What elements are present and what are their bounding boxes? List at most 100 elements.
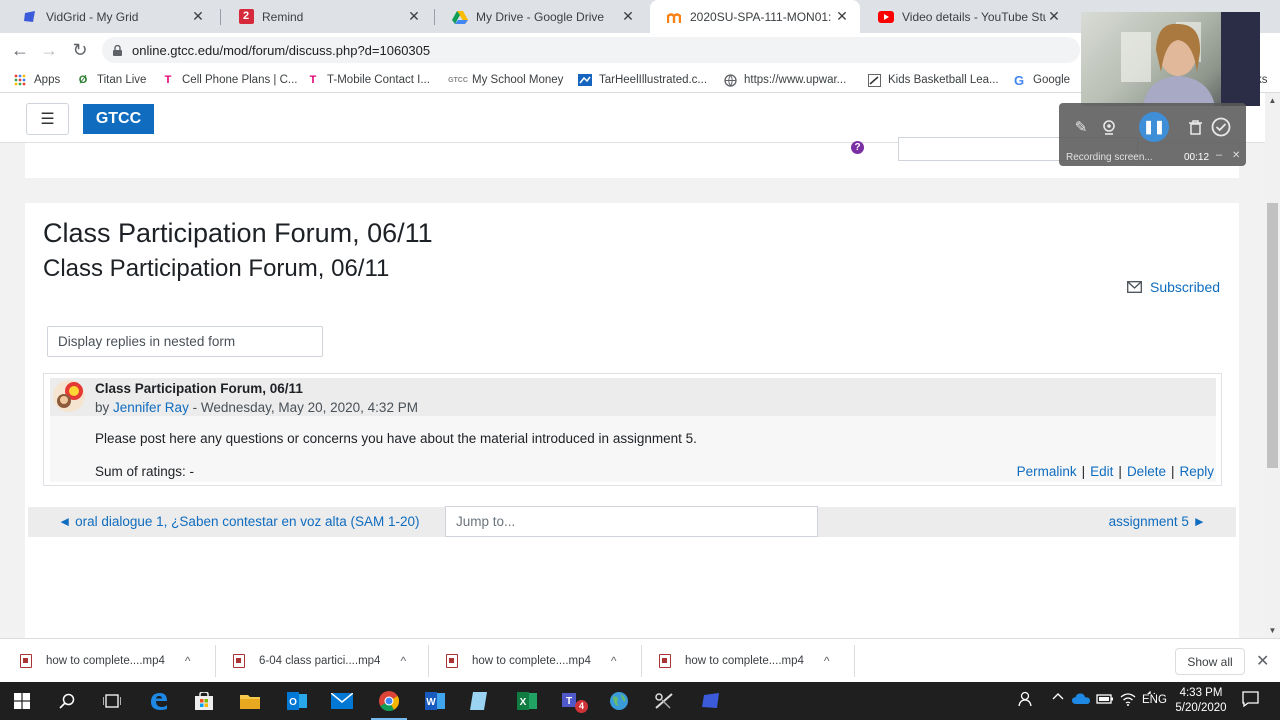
svg-text:X: X xyxy=(520,697,527,708)
previous-activity-link[interactable]: ◄ oral dialogue 1, ¿Saben contestar en v… xyxy=(58,514,446,529)
scroll-up-arrow-icon[interactable]: ▲ xyxy=(1265,93,1280,108)
minimize-icon[interactable]: – xyxy=(1216,149,1222,161)
download-item[interactable]: how to complete....mp4 ^ xyxy=(446,647,617,675)
teams-icon[interactable]: T 4 xyxy=(551,685,595,717)
reply-link[interactable]: Reply xyxy=(1179,464,1214,479)
file-explorer-icon[interactable] xyxy=(228,685,272,717)
wifi-icon[interactable] xyxy=(1120,692,1136,709)
jump-to-select[interactable]: Jump to... xyxy=(445,506,818,537)
bookmark-titan-live[interactable]: Ø Titan Live xyxy=(75,70,147,90)
close-tab-icon[interactable]: ✕ xyxy=(834,8,850,25)
word-icon[interactable]: W xyxy=(413,685,457,717)
close-tab-icon[interactable]: ✕ xyxy=(1046,8,1062,25)
delete-link[interactable]: Delete xyxy=(1127,464,1166,479)
download-item[interactable]: 6-04 class partici....mp4 ^ xyxy=(233,647,406,675)
close-downloads-icon[interactable]: ✕ xyxy=(1256,651,1269,671)
google-icon: G xyxy=(1013,72,1025,88)
onedrive-icon[interactable] xyxy=(1072,693,1090,707)
forum-post: Class Participation Forum, 06/11 by Jenn… xyxy=(43,373,1222,486)
store-icon[interactable] xyxy=(182,685,226,717)
teams-badge: 4 xyxy=(575,700,588,713)
notifications-icon[interactable] xyxy=(1242,691,1259,710)
pause-recording-button[interactable]: ❚❚ xyxy=(1139,112,1169,142)
trash-icon[interactable] xyxy=(1183,115,1207,139)
excel-icon[interactable]: X xyxy=(505,685,549,717)
subscribed-toggle[interactable]: Subscribed xyxy=(1127,279,1220,295)
chrome-icon[interactable] xyxy=(367,685,411,720)
finish-recording-icon[interactable] xyxy=(1209,115,1233,139)
edit-link[interactable]: Edit xyxy=(1090,464,1113,479)
reload-icon[interactable]: ↻ xyxy=(68,38,92,62)
author-avatar[interactable] xyxy=(53,380,85,412)
webcam-icon[interactable] xyxy=(1097,115,1121,139)
help-icon[interactable]: ? xyxy=(851,141,864,154)
tab-moodle-course[interactable]: 2020SU-SPA-111-MON01: Cla ✕ xyxy=(650,0,860,33)
titan-icon: Ø xyxy=(78,74,88,86)
show-all-downloads-button[interactable]: Show all xyxy=(1175,648,1245,675)
scrollbar-thumb[interactable] xyxy=(1267,203,1278,468)
bookmark-my-school-money[interactable]: GTCC My School Money xyxy=(448,70,563,90)
back-arrow-icon[interactable]: ← xyxy=(8,38,32,62)
address-bar[interactable]: online.gtcc.edu/mod/forum/discuss.php?d=… xyxy=(102,37,1080,63)
bookmark-google[interactable]: G Google xyxy=(1011,70,1070,90)
close-tab-icon[interactable]: ✕ xyxy=(406,8,422,25)
windows-start-icon[interactable] xyxy=(0,685,44,717)
chevron-up-icon[interactable]: ^ xyxy=(824,654,830,668)
language-indicator[interactable]: ENG xyxy=(1142,694,1167,706)
next-activity-link[interactable]: assignment 5 ► xyxy=(1109,514,1206,529)
bookmark-upwork[interactable]: https://www.upwar... xyxy=(722,70,846,90)
task-view-icon[interactable] xyxy=(90,685,134,717)
menu-toggle-button[interactable]: ☰ xyxy=(26,103,69,135)
tab-remind[interactable]: 2 Remind ✕ xyxy=(222,0,432,33)
outlook-icon[interactable]: O xyxy=(275,685,319,717)
google-drive-icon xyxy=(452,9,468,25)
download-item[interactable]: how to complete....mp4 ^ xyxy=(20,647,191,675)
chevron-up-icon[interactable]: ^ xyxy=(400,654,406,668)
tab-youtube-studio[interactable]: Video details - YouTube Studio ✕ xyxy=(862,0,1072,33)
svg-text:T: T xyxy=(566,696,572,707)
edge-icon[interactable] xyxy=(137,685,181,717)
forward-arrow-icon[interactable]: → xyxy=(37,38,61,62)
scroll-down-arrow-icon[interactable]: ▼ xyxy=(1265,623,1280,638)
bookmark-cell-phone-plans[interactable]: T Cell Phone Plans | C... xyxy=(160,70,298,90)
snip-tool-icon[interactable] xyxy=(642,685,686,717)
recording-status: Recording screen... xyxy=(1066,152,1153,163)
file-manager-icon[interactable] xyxy=(458,685,502,717)
chevron-up-tray-icon[interactable] xyxy=(1052,691,1064,706)
tab-vidgrid[interactable]: VidGrid - My Grid ✕ xyxy=(6,0,216,33)
vidgrid-icon xyxy=(22,9,38,25)
bookmark-t-mobile-contact[interactable]: T T-Mobile Contact I... xyxy=(305,70,430,90)
video-file-icon xyxy=(659,654,671,668)
envelope-icon xyxy=(1127,281,1142,293)
download-item[interactable]: how to complete....mp4 ^ xyxy=(659,647,830,675)
page-content: ☰ GTCC ? Class Participation Forum, 06/1… xyxy=(0,93,1280,638)
search-icon[interactable] xyxy=(45,685,89,717)
tab-google-drive[interactable]: My Drive - Google Drive ✕ xyxy=(436,0,646,33)
activity-navigation: ◄ oral dialogue 1, ¿Saben contestar en v… xyxy=(28,506,1236,537)
moodle-icon xyxy=(666,9,682,25)
bookmark-kids-basketball[interactable]: Kids Basketball Lea... xyxy=(866,70,999,90)
chevron-up-icon[interactable]: ^ xyxy=(611,654,617,668)
bookmark-tarheel-illustrated[interactable]: TarHeelIllustrated.c... xyxy=(577,70,707,90)
webcam-preview[interactable] xyxy=(1081,12,1260,106)
close-recorder-icon[interactable]: ✕ xyxy=(1232,150,1240,161)
battery-icon[interactable] xyxy=(1096,692,1114,709)
chevron-up-icon[interactable]: ^ xyxy=(185,654,191,668)
bookmark-apps[interactable]: Apps xyxy=(12,70,60,90)
pen-icon[interactable]: ✎ xyxy=(1069,115,1093,139)
close-tab-icon[interactable]: ✕ xyxy=(620,8,636,25)
mail-icon[interactable] xyxy=(320,685,364,717)
tarheel-icon xyxy=(577,72,593,88)
site-logo[interactable]: GTCC xyxy=(83,104,154,134)
permalink-link[interactable]: Permalink xyxy=(1017,464,1077,479)
page-scrollbar[interactable]: ▲ ▼ xyxy=(1265,93,1280,638)
display-mode-select[interactable]: Display replies in nested form xyxy=(47,326,323,357)
author-link[interactable]: Jennifer Ray xyxy=(113,400,189,415)
people-icon[interactable] xyxy=(1016,691,1032,710)
youtube-icon xyxy=(878,9,894,25)
close-tab-icon[interactable]: ✕ xyxy=(190,8,206,25)
vidgrid-taskbar-icon[interactable] xyxy=(689,685,733,717)
hamburger-icon: ☰ xyxy=(40,111,55,128)
browser-globe-icon[interactable] xyxy=(597,685,641,717)
system-clock[interactable]: 4:33 PM 5/20/2020 xyxy=(1168,686,1234,716)
